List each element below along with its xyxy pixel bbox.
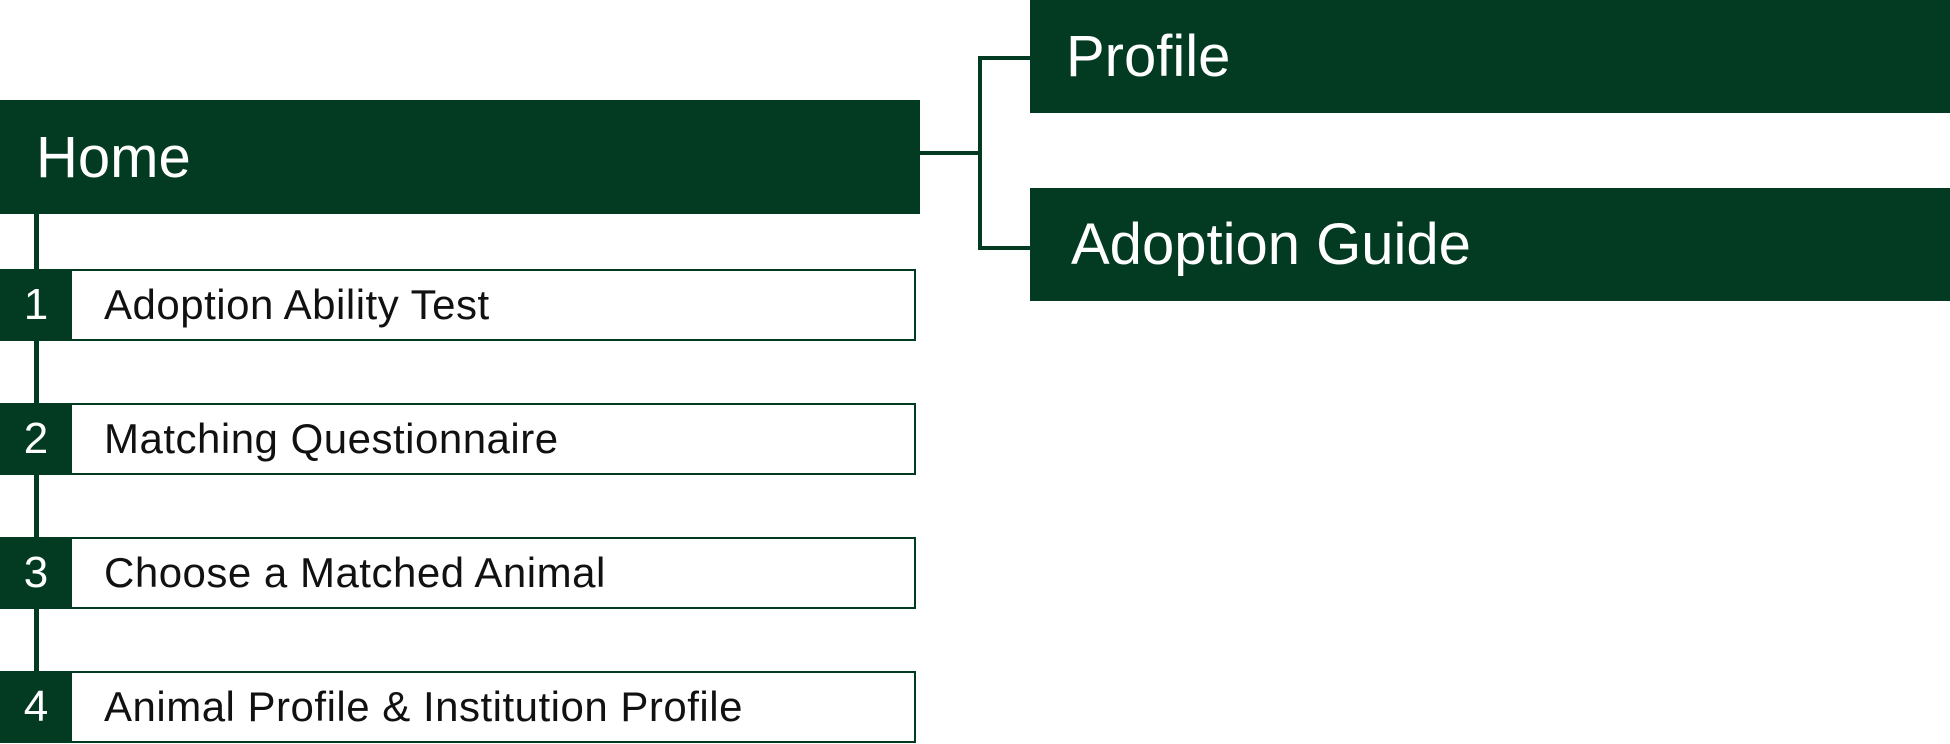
home-node[interactable]: Home: [0, 100, 920, 214]
adoption-guide-label: Adoption Guide: [1071, 212, 1471, 277]
profile-connector: [978, 56, 1032, 60]
home-branch-connector: [918, 151, 980, 155]
step-1[interactable]: 1 Adoption Ability Test: [0, 269, 916, 341]
step-number: 4: [0, 673, 72, 741]
step-label: Matching Questionnaire: [104, 415, 559, 462]
step-2[interactable]: 2 Matching Questionnaire: [0, 403, 916, 475]
step-number: 1: [0, 271, 72, 339]
step-3[interactable]: 3 Choose a Matched Animal: [0, 537, 916, 609]
step-label: Adoption Ability Test: [104, 281, 490, 328]
branch-vertical-connector: [978, 56, 982, 250]
step-label: Animal Profile & Institution Profile: [104, 683, 743, 730]
profile-label: Profile: [1066, 24, 1231, 89]
guide-connector: [978, 246, 1032, 250]
step-number: 2: [0, 405, 72, 473]
step-number: 3: [0, 539, 72, 607]
home-label: Home: [36, 124, 191, 190]
step-4[interactable]: 4 Animal Profile & Institution Profile: [0, 671, 916, 743]
step-label: Choose a Matched Animal: [104, 549, 606, 596]
profile-node[interactable]: Profile: [1030, 0, 1950, 113]
adoption-guide-node[interactable]: Adoption Guide: [1030, 188, 1950, 301]
